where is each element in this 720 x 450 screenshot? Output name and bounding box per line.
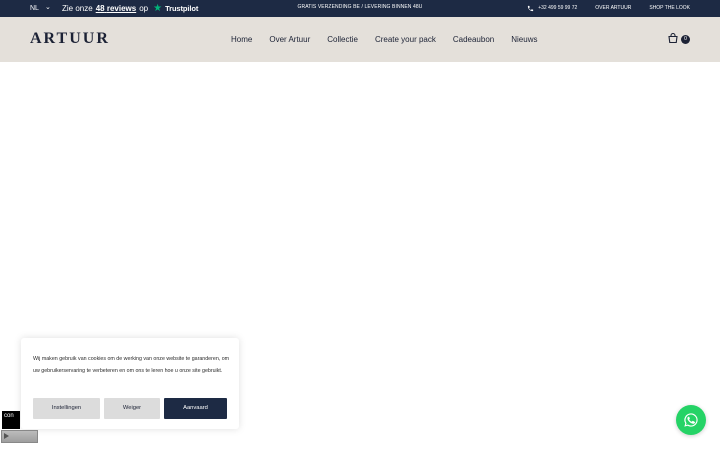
whatsapp-icon bbox=[684, 413, 698, 427]
nav-item-home[interactable]: Home bbox=[231, 35, 252, 44]
top-links: +32 499 59 99 72 OVER ARTUUR SHOP THE LO… bbox=[527, 0, 690, 17]
link-over-artuur[interactable]: OVER ARTUUR bbox=[595, 0, 631, 17]
site-logo[interactable]: ARTUUR bbox=[30, 30, 110, 48]
overlay-label: con bbox=[2, 411, 20, 429]
main-nav: Home Over Artuur Collectie Create your p… bbox=[231, 17, 537, 62]
cookie-banner: Wij maken gebruik van cookies om de werk… bbox=[21, 338, 239, 429]
phone-number: +32 499 59 99 72 bbox=[538, 5, 578, 11]
top-bar: NL ⌄ Zie onze 48 reviews op ★ Trustpilot… bbox=[0, 0, 720, 17]
cookie-decline-button[interactable]: Weiger bbox=[104, 398, 160, 419]
site-header: ARTUUR Home Over Artuur Collectie Create… bbox=[0, 17, 720, 62]
play-icon bbox=[4, 433, 9, 439]
shopping-bag-icon bbox=[668, 32, 678, 44]
phone-icon bbox=[528, 5, 534, 12]
cookie-settings-button[interactable]: Instellingen bbox=[33, 398, 100, 419]
video-thumbnail[interactable] bbox=[1, 430, 38, 443]
cookie-text: Wij maken gebruik van cookies om de werk… bbox=[33, 356, 230, 374]
nav-item-collectie[interactable]: Collectie bbox=[327, 35, 358, 44]
nav-item-create-your-pack[interactable]: Create your pack bbox=[375, 35, 436, 44]
cookie-accept-button[interactable]: Aanvaard bbox=[164, 398, 227, 419]
nav-item-over-artuur[interactable]: Over Artuur bbox=[269, 35, 310, 44]
cart-count-badge: 0 bbox=[681, 35, 690, 44]
whatsapp-chat-button[interactable] bbox=[676, 405, 706, 435]
nav-item-cadeaubon[interactable]: Cadeaubon bbox=[453, 35, 494, 44]
phone-link[interactable]: +32 499 59 99 72 bbox=[527, 0, 577, 17]
cart-button[interactable]: 0 bbox=[667, 32, 691, 46]
nav-item-nieuws[interactable]: Nieuws bbox=[511, 35, 537, 44]
link-shop-the-look[interactable]: SHOP THE LOOK bbox=[649, 0, 690, 17]
